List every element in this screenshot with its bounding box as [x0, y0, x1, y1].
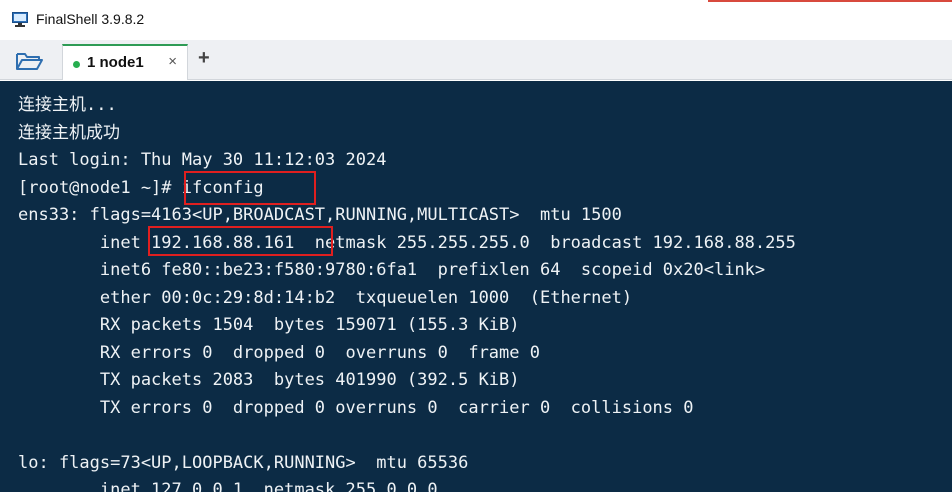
terminal-line: RX errors 0 dropped 0 overruns 0 frame 0 — [18, 343, 540, 363]
ip-address-highlight-box — [148, 226, 333, 256]
terminal-line: ens33: flags=4163<UP,BROADCAST,RUNNING,M… — [18, 205, 622, 225]
tab-bar: 1 node1 × + — [0, 40, 952, 80]
terminal-line: Last login: Thu May 30 11:12:03 2024 — [18, 150, 387, 170]
window-title: FinalShell 3.9.8.2 — [36, 11, 145, 27]
terminal-line: inet6 fe80::be23:f580:9780:6fa1 prefixle… — [18, 260, 766, 280]
terminal-line: 连接主机... — [18, 95, 117, 115]
connection-status-dot — [73, 61, 80, 68]
terminal-line: TX packets 2083 bytes 401990 (392.5 KiB) — [18, 370, 520, 390]
terminal-line: ether 00:0c:29:8d:14:b2 txqueuelen 1000 … — [18, 288, 633, 308]
title-accent-line — [708, 0, 952, 2]
add-tab-icon[interactable]: + — [198, 47, 210, 70]
tab-label: 1 node1 — [87, 54, 144, 71]
terminal-line: inet 127.0.0.1 netmask 255.0.0.0 — [18, 480, 438, 492]
terminal-line: inet 192.168.88.161 netmask 255.255.255.… — [18, 233, 796, 253]
terminal-line: lo: flags=73<UP,LOOPBACK,RUNNING> mtu 65… — [18, 453, 469, 473]
title-bar: FinalShell 3.9.8.2 — [0, 0, 952, 40]
ifconfig-highlight-box — [184, 171, 316, 205]
tab-node1[interactable]: 1 node1 × — [62, 44, 188, 80]
terminal-line: 连接主机成功 — [18, 123, 120, 143]
terminal-output[interactable]: 连接主机... 连接主机成功 Last login: Thu May 30 11… — [0, 81, 952, 492]
tab-close-icon[interactable]: × — [168, 53, 177, 70]
terminal-line: RX packets 1504 bytes 159071 (155.3 KiB) — [18, 315, 520, 335]
terminal-line: TX errors 0 dropped 0 overruns 0 carrier… — [18, 398, 694, 418]
finalshell-logo-icon — [12, 12, 28, 27]
folder-open-icon[interactable] — [14, 49, 44, 73]
